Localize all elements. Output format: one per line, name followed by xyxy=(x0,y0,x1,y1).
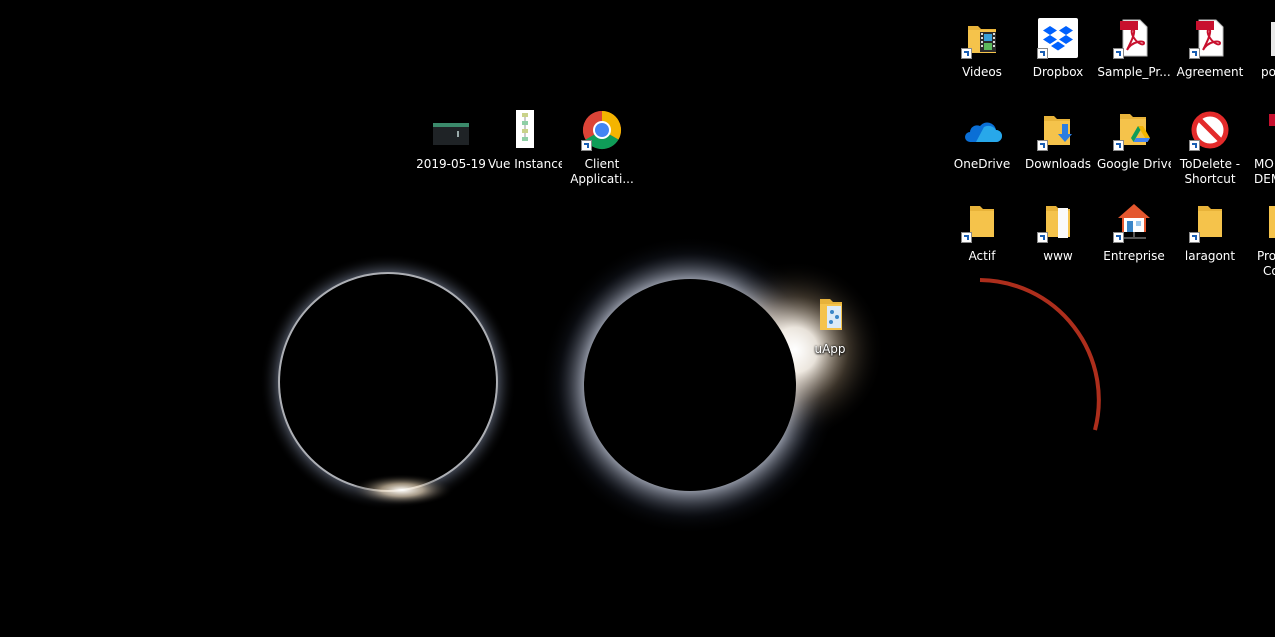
shortcut-arrow-icon xyxy=(1037,140,1048,151)
desktop-icon-google-drive[interactable]: Google Drive xyxy=(1097,110,1171,172)
desktop-icon-po[interactable]: po xyxy=(1249,18,1275,80)
desktop-icon-laragont[interactable]: laragont xyxy=(1173,202,1247,264)
shortcut-arrow-icon xyxy=(1037,48,1048,59)
shortcut-arrow-icon xyxy=(581,140,592,151)
shortcut-arrow-icon xyxy=(1113,232,1124,243)
desktop-icon-entreprise[interactable]: Entreprise xyxy=(1097,202,1171,264)
shortcut-arrow-icon xyxy=(1189,140,1200,151)
desktop-icon-label: uApp xyxy=(814,342,846,356)
pdf-icon xyxy=(1189,18,1230,59)
desktop-icon-label: ToDelete - xyxy=(1179,157,1241,171)
onedrive-icon xyxy=(962,110,1002,150)
desktop-icon-label: 2019-05-19 xyxy=(416,157,486,171)
desktop-icon-onedrive[interactable]: OneDrive xyxy=(945,110,1019,172)
desktop-icon-actif[interactable]: Actif xyxy=(945,202,1019,264)
desktop-icon-label: Client xyxy=(584,157,620,171)
desktop-icon-2019-05-19[interactable]: 2019-05-19 xyxy=(414,110,488,172)
desktop-icon-label: Agreement xyxy=(1176,65,1244,79)
eclipse-wallpaper xyxy=(0,0,1275,637)
desktop-icon-vue-instance[interactable]: Vue Instance xyxy=(488,110,562,172)
desktop-icon-label: Actif xyxy=(968,249,996,263)
document-icon xyxy=(1249,18,1275,58)
partial-icon xyxy=(1249,110,1275,150)
desktop-icon-label: Google Drive xyxy=(1097,157,1171,171)
dropbox-icon xyxy=(1037,18,1078,59)
flowchart-document-icon xyxy=(505,110,545,150)
shortcut-arrow-icon xyxy=(1113,48,1124,59)
chrome-icon xyxy=(581,110,622,151)
desktop-icon-label-line2: Applicati... xyxy=(570,172,634,186)
desktop-icon-label: Entreprise xyxy=(1103,249,1165,263)
terminal-icon xyxy=(431,110,471,150)
desktop-icon-pro-co[interactable]: Pro Co xyxy=(1249,202,1275,279)
desktop-icon-label-line2: Co xyxy=(1263,264,1275,278)
prohibited-icon xyxy=(1189,110,1230,151)
desktop-icon-agreement[interactable]: Agreement xyxy=(1173,18,1247,80)
folder-icon xyxy=(1189,202,1230,243)
desktop-icon-www[interactable]: www xyxy=(1021,202,1095,264)
desktop-icon-label: MO xyxy=(1254,157,1274,171)
desktop-icon-dropbox[interactable]: Dropbox xyxy=(1021,18,1095,80)
desktop-icon-label: po xyxy=(1261,65,1275,79)
shortcut-arrow-icon xyxy=(1113,140,1124,151)
shortcut-arrow-icon xyxy=(1189,48,1200,59)
desktop-icon-sample-pdf[interactable]: Sample_Pr... xyxy=(1097,18,1171,80)
desktop-icon-label: Vue Instance xyxy=(488,157,562,171)
shortcut-arrow-icon xyxy=(961,48,972,59)
desktop-icon-videos[interactable]: Videos xyxy=(945,18,1019,80)
desktop-icon-label: Downloads xyxy=(1025,157,1091,171)
pdf-icon xyxy=(1113,18,1154,59)
desktop-icon-label: www xyxy=(1043,249,1073,263)
desktop-icon-mo-dem[interactable]: MO DEM xyxy=(1249,110,1275,187)
desktop-icon-label-line2: Shortcut xyxy=(1184,172,1236,186)
house-network-icon xyxy=(1113,202,1154,243)
desktop-icon-uapp[interactable]: uApp xyxy=(793,295,867,357)
folder-icon xyxy=(961,202,1002,243)
desktop-icon-todelete-shortcut[interactable]: ToDelete - Shortcut xyxy=(1173,110,1247,187)
desktop-icon-downloads[interactable]: Downloads xyxy=(1021,110,1095,172)
downloads-folder-icon xyxy=(1037,110,1078,151)
desktop-icon-label-line2: DEM xyxy=(1254,172,1275,186)
desktop-icon-client-application[interactable]: Client Applicati... xyxy=(565,110,639,187)
videos-folder-icon xyxy=(961,18,1002,59)
desktop-icon-label: Pro xyxy=(1257,249,1275,263)
desktop-icon-label: Sample_Pr... xyxy=(1097,65,1171,79)
desktop-icon-label: Videos xyxy=(962,65,1002,79)
partial-folder-icon xyxy=(1249,202,1275,242)
shortcut-arrow-icon xyxy=(1037,232,1048,243)
shortcut-arrow-icon xyxy=(1189,232,1200,243)
desktop-icon-label: laragont xyxy=(1184,249,1236,263)
shortcut-arrow-icon xyxy=(961,232,972,243)
desktop-icon-label: Dropbox xyxy=(1032,65,1084,79)
document-folder-icon xyxy=(1037,202,1078,243)
google-drive-folder-icon xyxy=(1113,110,1154,151)
desktop-icon-label: OneDrive xyxy=(953,157,1011,171)
zip-folder-icon xyxy=(810,295,850,335)
